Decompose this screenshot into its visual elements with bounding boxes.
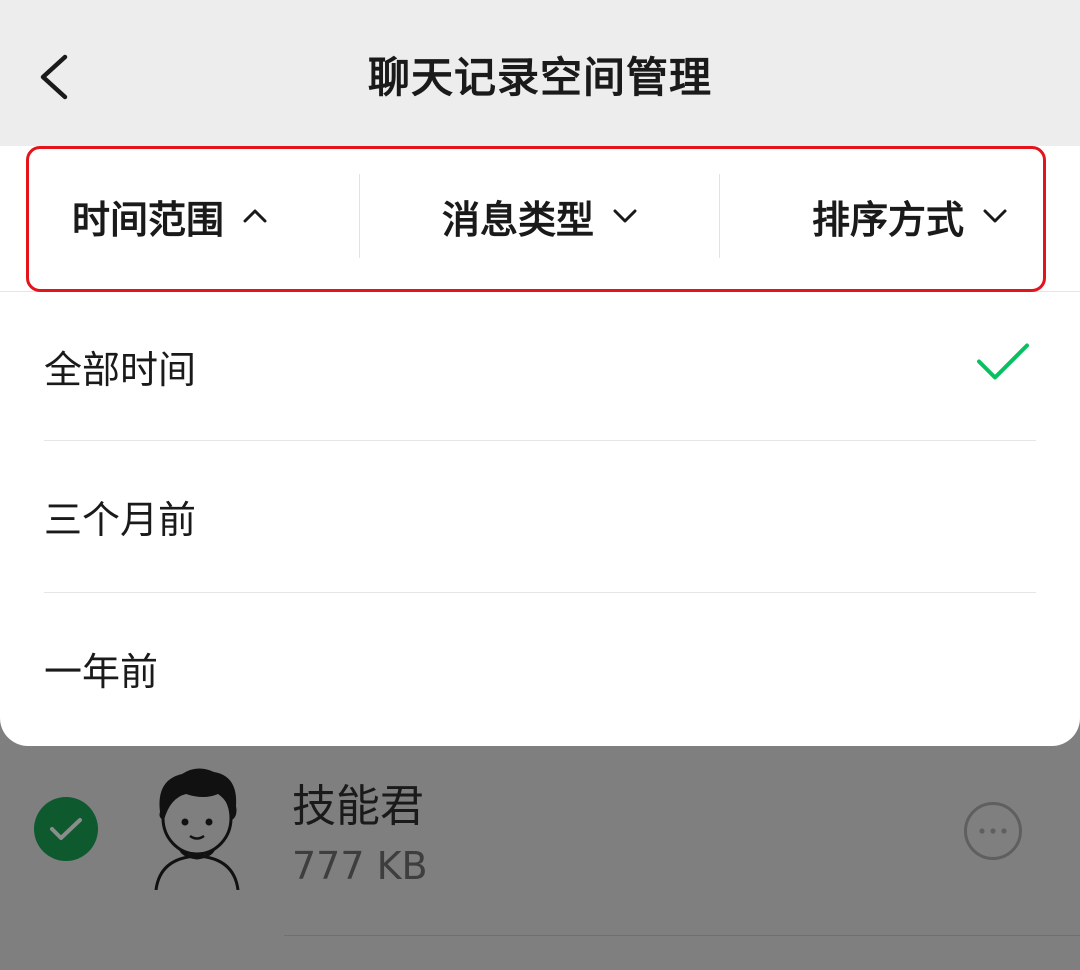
filter-sort-order-label: 排序方式: [811, 197, 964, 242]
chevron-down-icon: [612, 208, 638, 224]
checkmark-icon: [50, 818, 82, 840]
chevron-up-icon: [242, 208, 268, 224]
option-one-year-ago[interactable]: 一年前: [44, 592, 1036, 744]
avatar: [142, 760, 252, 891]
contact-storage-size: 777 KB: [292, 844, 428, 888]
chevron-down-icon: [982, 208, 1008, 224]
page-title: 聊天记录空间管理: [367, 53, 712, 102]
option-label: 一年前: [44, 650, 159, 694]
more-dots-icon: [979, 828, 1007, 834]
filter-message-type[interactable]: 消息类型: [360, 174, 720, 258]
checkmark-icon: [976, 342, 1030, 391]
filter-bar: 时间范围 消息类型 排序方式: [0, 146, 1080, 292]
option-label: 三个月前: [44, 498, 197, 542]
list-divider: [284, 935, 1080, 936]
time-range-options: 全部时间 三个月前 一年前: [0, 292, 1080, 744]
selected-check-circle[interactable]: [34, 797, 98, 861]
contact-name: 技能君: [292, 781, 424, 832]
option-three-months-ago[interactable]: 三个月前: [44, 440, 1036, 592]
filter-sort-order[interactable]: 排序方式: [720, 174, 1080, 258]
filter-dropdown-panel: 时间范围 消息类型 排序方式 全部时间 三个月前 一年前: [0, 146, 1080, 746]
filter-time-range-label: 时间范围: [72, 197, 225, 242]
more-options-button[interactable]: [964, 802, 1022, 860]
filter-time-range[interactable]: 时间范围: [0, 174, 360, 258]
option-label: 全部时间: [44, 347, 197, 392]
nav-header: 聊天记录空间管理: [0, 0, 1080, 146]
filter-message-type-label: 消息类型: [441, 197, 594, 242]
option-all-time[interactable]: 全部时间: [44, 292, 1036, 440]
